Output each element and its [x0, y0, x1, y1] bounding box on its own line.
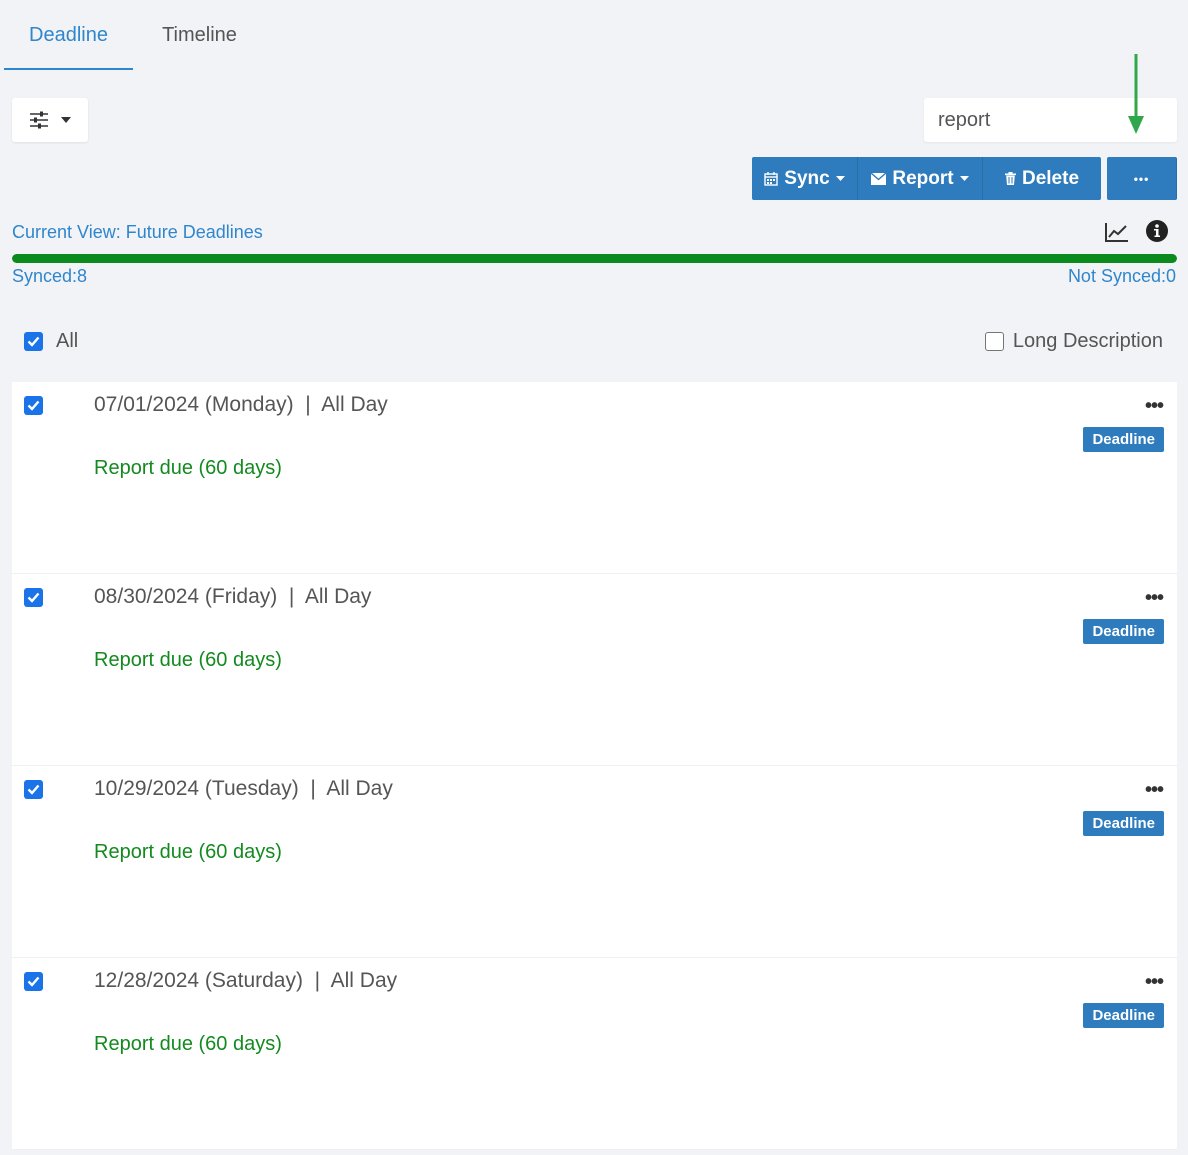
item-checkbox[interactable] [24, 972, 43, 991]
more-actions-button[interactable]: ••• [1107, 157, 1177, 200]
deadline-badge: Deadline [1083, 1003, 1164, 1028]
envelope-icon [871, 172, 887, 185]
item-menu-button[interactable]: ••• [1145, 780, 1164, 800]
select-all-checkbox[interactable] [24, 332, 43, 351]
action-toolbar: Sync Report Delete [752, 157, 1101, 200]
sync-progress-fill [12, 254, 1177, 263]
annotation-arrow-icon [1128, 54, 1144, 134]
list-item: 07/01/2024 (Monday) | All Day Report due… [12, 382, 1177, 574]
item-date: 12/28/2024 (Saturday) | All Day [94, 969, 398, 992]
deadline-badge: Deadline [1083, 427, 1164, 452]
report-button[interactable]: Report [858, 157, 983, 200]
long-description-toggle: Long Description [984, 330, 1163, 353]
sync-progress-bar [12, 254, 1177, 263]
long-description-label: Long Description [1012, 330, 1163, 352]
check-icon [27, 976, 40, 987]
list-item: 08/30/2024 (Friday) | All Day Report due… [12, 574, 1177, 766]
check-icon [27, 336, 40, 347]
check-icon [27, 784, 40, 795]
item-description[interactable]: Report due (60 days) [94, 841, 282, 864]
filter-dropdown-button[interactable] [12, 98, 88, 142]
item-date: 08/30/2024 (Friday) | All Day [94, 585, 372, 608]
info-circle-icon[interactable] [1146, 220, 1168, 242]
sync-button[interactable]: Sync [752, 157, 858, 200]
item-description[interactable]: Report due (60 days) [94, 649, 282, 672]
more-actions-label: ••• [1133, 171, 1150, 186]
delete-button-label: Delete [1021, 167, 1080, 189]
current-view-link[interactable]: Current View: Future Deadlines [12, 222, 263, 243]
trash-icon [1004, 172, 1016, 185]
list-item: 10/29/2024 (Tuesday) | All Day Report du… [12, 766, 1177, 958]
deadline-list: 07/01/2024 (Monday) | All Day Report due… [12, 382, 1177, 1150]
report-button-label: Report [892, 167, 954, 189]
tab-bar: Deadline Timeline [4, 0, 266, 70]
check-icon [27, 592, 40, 603]
list-item: 12/28/2024 (Saturday) | All Day Report d… [12, 958, 1177, 1150]
not-synced-count: Not Synced:0 [1067, 266, 1176, 286]
caret-down-icon [61, 117, 71, 123]
select-all-label: All [56, 330, 79, 352]
item-description[interactable]: Report due (60 days) [94, 457, 282, 480]
delete-button[interactable]: Delete [983, 157, 1101, 200]
item-menu-button[interactable]: ••• [1145, 588, 1164, 608]
caret-down-icon [835, 176, 845, 181]
tab-timeline[interactable]: Timeline [133, 0, 266, 70]
calendar-icon [764, 171, 778, 186]
line-chart-icon[interactable] [1104, 221, 1130, 243]
sliders-icon [30, 111, 48, 129]
item-date: 07/01/2024 (Monday) | All Day [94, 393, 388, 416]
synced-count: Synced:8 [12, 266, 88, 286]
sync-button-label: Sync [784, 167, 830, 189]
item-description[interactable]: Report due (60 days) [94, 1033, 282, 1056]
item-menu-button[interactable]: ••• [1145, 972, 1164, 992]
select-all-row: All [24, 330, 78, 353]
item-menu-button[interactable]: ••• [1145, 396, 1164, 416]
long-description-checkbox[interactable] [984, 332, 1004, 351]
check-icon [27, 400, 40, 411]
item-checkbox[interactable] [24, 780, 43, 799]
deadline-badge: Deadline [1083, 619, 1164, 644]
deadline-badge: Deadline [1083, 811, 1164, 836]
item-date: 10/29/2024 (Tuesday) | All Day [94, 777, 393, 800]
item-checkbox[interactable] [24, 588, 43, 607]
tab-deadline[interactable]: Deadline [4, 0, 133, 70]
caret-down-icon [959, 176, 969, 181]
item-checkbox[interactable] [24, 396, 43, 415]
